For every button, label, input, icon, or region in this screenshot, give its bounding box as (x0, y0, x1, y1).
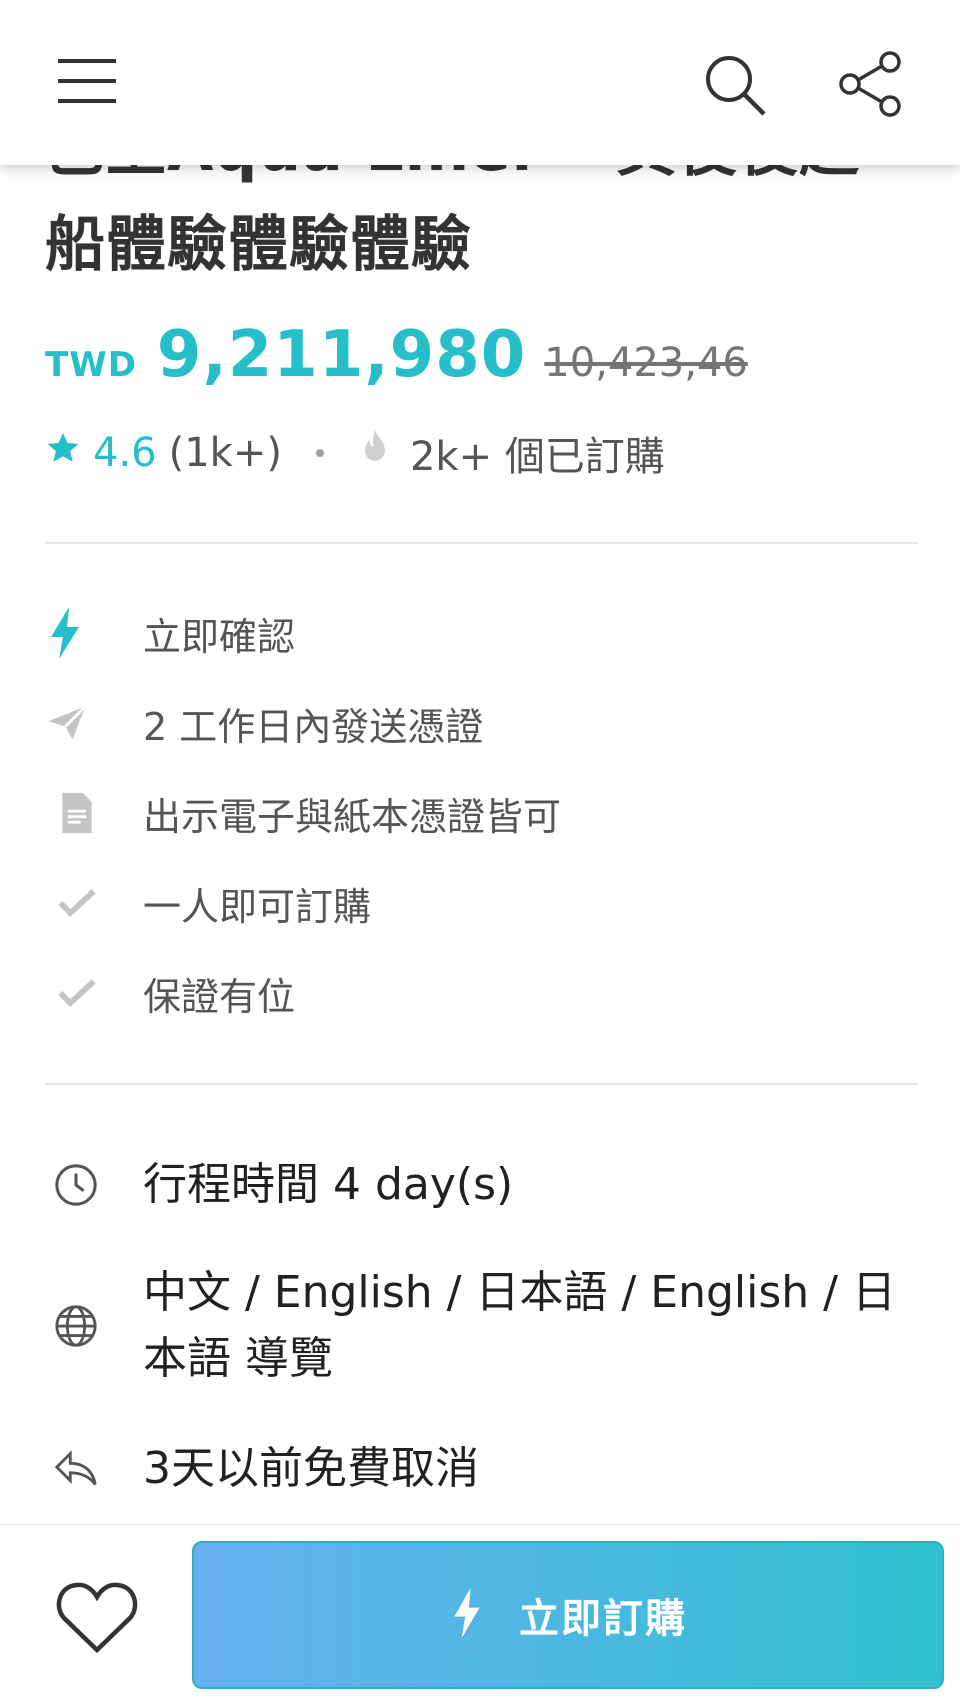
languages-text: 中文 / English / 日本語 / English / 日本語 導覽 (143, 1267, 896, 1384)
feature-single-booking: 一人即可訂購 (45, 873, 371, 933)
feature-voucher-delivery: 2 工作日內發送憑證 (45, 693, 483, 753)
duration-text: 行程時間 4 day(s) (143, 1159, 514, 1210)
separator-dot (315, 449, 324, 457)
price-value: 9,211,980 (156, 318, 527, 392)
feature-voucher-type: 出示電子與紙本憑證皆可 (45, 783, 561, 843)
booked-count: 2k+ 個已訂購 (409, 434, 665, 480)
rating-count: (1k+) (168, 430, 282, 476)
rating-value: 4.6 (93, 430, 157, 476)
paper-plane-icon (45, 693, 115, 753)
feature-label: 保證有位 (143, 974, 296, 1019)
feature-instant-confirm: 立即確認 (45, 603, 295, 663)
product-detail-content: 巴上Aqua Linel 一頁役役超 船體驗體驗體驗 TWD 9,211,980… (0, 0, 960, 1704)
divider (45, 542, 918, 544)
star-icon (45, 430, 81, 476)
book-now-label: 立即訂購 (519, 1596, 687, 1642)
search-icon[interactable] (702, 52, 768, 118)
bottom-action-bar: 立即訂購 (0, 1524, 960, 1705)
lightning-icon (45, 603, 115, 663)
menu-icon[interactable] (56, 55, 118, 107)
feature-label: 立即確認 (143, 614, 296, 659)
feature-label: 2 工作日內發送憑證 (143, 704, 484, 749)
info-cancellation: 3天以前免費取消 (45, 1436, 479, 1502)
info-languages: 中文 / English / 日本語 / English / 日本語 導覽 (45, 1260, 918, 1392)
wishlist-heart-button[interactable] (55, 1580, 139, 1656)
share-icon[interactable] (836, 50, 904, 118)
top-app-bar (0, 0, 960, 165)
price-row: TWD 9,211,980 10,423,46 (45, 318, 748, 398)
globe-icon (45, 1303, 115, 1349)
info-duration: 行程時間 4 day(s) (45, 1152, 513, 1218)
feature-guaranteed-seat: 保證有位 (45, 963, 295, 1023)
cancellation-text: 3天以前免費取消 (143, 1443, 479, 1494)
rating-row: 4.6 (1k+) 2k+ 個已訂購 (45, 425, 665, 481)
currency-label: TWD (45, 345, 137, 385)
check-icon (45, 963, 115, 1023)
original-price: 10,423,46 (544, 340, 748, 386)
check-icon (45, 873, 115, 933)
divider (45, 1083, 918, 1085)
reply-icon (45, 1449, 115, 1489)
clock-icon (45, 1162, 115, 1208)
feature-label: 一人即可訂購 (143, 884, 372, 929)
product-title-line-2: 船體驗體驗體驗 (45, 210, 472, 280)
fire-icon (358, 428, 392, 478)
lightning-icon (449, 1584, 485, 1646)
feature-label: 出示電子與紙本憑證皆可 (143, 794, 562, 839)
book-now-button[interactable]: 立即訂購 (192, 1541, 944, 1689)
document-icon (45, 783, 115, 843)
